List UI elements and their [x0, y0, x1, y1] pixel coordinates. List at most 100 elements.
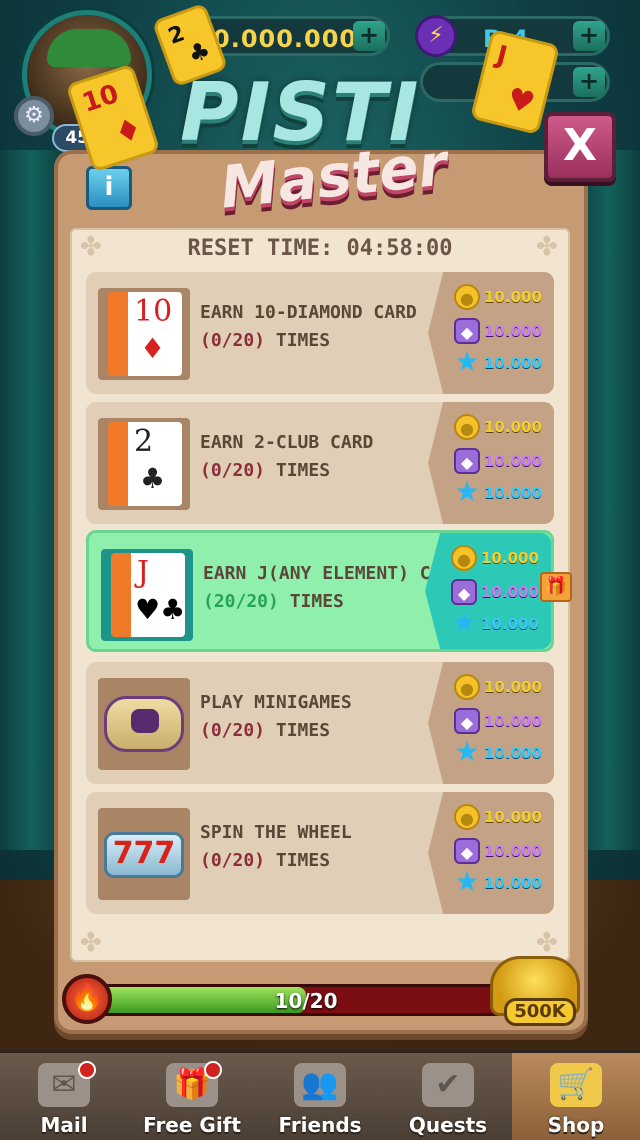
quest-row[interactable]: PLAY MINIGAMES (0/20) TIMES ● 10.000 ◆ 10.…: [86, 662, 554, 784]
reward-value: 10.000: [484, 322, 542, 340]
quest-thumbnail: 2 ♣: [98, 418, 190, 510]
quest-row-completed[interactable]: J ♥♣ EARN J(ANY ELEMENT) CARD (20/20) TI…: [86, 530, 554, 652]
coin-icon: ●: [451, 545, 477, 571]
add-secondary-button[interactable]: +: [573, 67, 605, 97]
reward-chest-label: 500K: [504, 998, 576, 1026]
quest-count: (0/20): [200, 460, 266, 481]
quest-title: EARN 2-CLUB CARD: [200, 432, 374, 453]
quest-progress: (20/20) TIMES: [203, 591, 344, 612]
quest-title: EARN J(ANY ELEMENT) CARD: [203, 563, 464, 584]
playing-card-icon: 2 ♣: [108, 422, 182, 506]
gem-icon: ◆: [454, 448, 480, 474]
reward-value: 10.000: [484, 842, 542, 860]
quest-thumbnail: J ♥♣: [101, 549, 193, 641]
quest-title: EARN 10-DIAMOND CARD: [200, 302, 417, 323]
nav-quests[interactable]: ✔ Quests: [384, 1053, 512, 1140]
nav-shop[interactable]: 🛒 Shop: [512, 1053, 640, 1140]
cart-icon: 🛒: [550, 1063, 602, 1107]
gamepad-icon: [104, 696, 184, 752]
bottom-nav: ✉ Mail 🎁 Free Gift 👥 Friends ✔ Quests 🛒 …: [0, 1050, 640, 1140]
fire-icon: 🔥: [62, 974, 112, 1024]
quest-row[interactable]: 2 ♣ EARN 2-CLUB CARD (0/20) TIMES ● 10.00…: [86, 402, 554, 524]
quest-row[interactable]: 777 SPIN THE WHEEL (0/20) TIMES ● 10.000 …: [86, 792, 554, 914]
add-gems-button[interactable]: +: [573, 21, 605, 51]
card-rank: 10: [134, 294, 173, 329]
diamond-icon: ♦: [110, 110, 147, 153]
quest-count: (20/20): [203, 591, 279, 612]
progress-text: 10/20: [274, 989, 338, 1013]
quest-count: (0/20): [200, 850, 266, 871]
quest-progress: (0/20) TIMES: [200, 720, 330, 741]
nav-mail[interactable]: ✉ Mail: [0, 1053, 128, 1140]
friends-icon: 👥: [294, 1063, 346, 1107]
quest-thumbnail: 10 ♦: [98, 288, 190, 380]
gem-icon: ◆: [451, 579, 477, 605]
quest-rewards: ● 10.000 ◆ 10.000 ★ 10.000: [428, 402, 554, 524]
coin-icon: ●: [454, 804, 480, 830]
nav-label: Friends: [278, 1113, 362, 1137]
quest-rewards: ● 10.000 ◆ 10.000 ★ 10.000: [428, 792, 554, 914]
slot-machine-icon: 777: [104, 832, 184, 878]
heart-icon: ♥: [503, 81, 539, 122]
quest-suffix: TIMES: [278, 591, 344, 612]
nav-label: Quests: [408, 1113, 488, 1137]
playing-card-icon: 10 ♦: [108, 292, 182, 376]
reward-value: 10.000: [484, 452, 542, 470]
info-button[interactable]: i: [86, 166, 132, 210]
corner-ornament-icon: ✤: [536, 928, 558, 958]
quest-thumbnail: 777: [98, 808, 190, 900]
heart-club-icon: ♥♣: [135, 593, 186, 626]
club-icon: ♣: [140, 462, 166, 495]
quest-count: (0/20): [200, 330, 266, 351]
quest-progress-bar: 10/20: [96, 984, 516, 1016]
card-rank: J: [137, 555, 150, 590]
nav-label: Mail: [40, 1113, 88, 1137]
quest-progress: (0/20) TIMES: [200, 330, 330, 351]
close-button[interactable]: X: [544, 112, 616, 182]
reward-value: 10.000: [484, 484, 542, 502]
gear-icon[interactable]: ⚙: [14, 96, 54, 136]
reward-value: 10.000: [484, 354, 542, 372]
gift-icon[interactable]: 🎁: [540, 572, 572, 602]
gem-icon: ◆: [454, 838, 480, 864]
reward-value: 10.000: [481, 615, 539, 633]
checkmark-icon: ✔: [422, 1063, 474, 1107]
card-rank: J: [493, 40, 511, 72]
coin-icon: ●: [454, 674, 480, 700]
quest-title: SPIN THE WHEEL: [200, 822, 352, 843]
reward-value: 10.000: [484, 808, 542, 826]
star-icon: ★: [454, 735, 480, 768]
quest-suffix: TIMES: [265, 720, 331, 741]
reward-value: 10.000: [484, 678, 542, 696]
reward-value: 10.000: [484, 874, 542, 892]
coin-icon: ●: [454, 414, 480, 440]
quest-rewards: ● 10.000 ◆ 10.000 ★ 10.000: [428, 662, 554, 784]
gem-icon: ◆: [454, 708, 480, 734]
quest-suffix: TIMES: [265, 460, 331, 481]
add-coins-button[interactable]: +: [353, 21, 385, 51]
quest-suffix: TIMES: [265, 330, 331, 351]
nav-friends[interactable]: 👥 Friends: [256, 1053, 384, 1140]
quest-progress: (0/20) TIMES: [200, 850, 330, 871]
avatar-hat: [47, 29, 131, 67]
corner-ornament-icon: ✤: [80, 928, 102, 958]
reward-value: 10.000: [484, 712, 542, 730]
gem-icon: ◆: [454, 318, 480, 344]
game-logo: PISTI Master: [180, 66, 480, 226]
nav-label: Free Gift: [143, 1113, 241, 1137]
quest-count: (0/20): [200, 720, 266, 741]
notification-dot: [204, 1061, 222, 1079]
bolt-icon: ⚡: [415, 15, 457, 57]
quest-row[interactable]: 10 ♦ EARN 10-DIAMOND CARD (0/20) TIMES ●…: [86, 272, 554, 394]
quest-thumbnail: [98, 678, 190, 770]
diamond-icon: ♦: [140, 332, 166, 365]
reward-value: 10.000: [484, 288, 542, 306]
quest-rewards: ● 10.000 ◆ 10.000 ★ 10.000: [428, 272, 554, 394]
notification-dot: [78, 1061, 96, 1079]
club-icon: ♣: [184, 35, 215, 70]
quest-title: PLAY MINIGAMES: [200, 692, 352, 713]
card-rank: 2: [134, 424, 154, 459]
reward-value: 10.000: [484, 744, 542, 762]
quest-rewards: ● 10.000 ◆ 10.000 ★ 10.000: [425, 533, 551, 649]
nav-free-gift[interactable]: 🎁 Free Gift: [128, 1053, 256, 1140]
